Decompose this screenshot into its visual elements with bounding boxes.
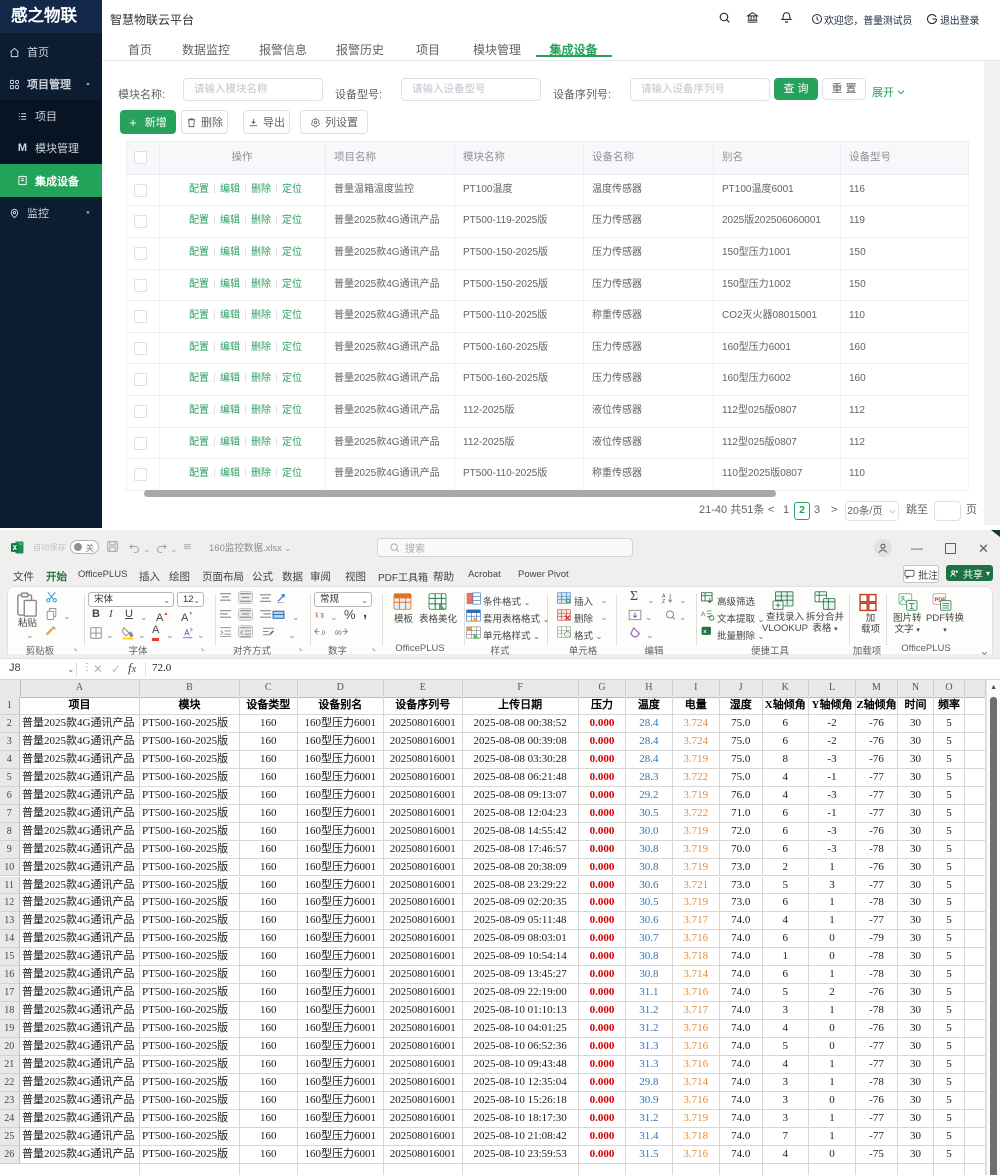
svg-text:A: A <box>701 611 706 618</box>
svg-text:.00: .00 <box>334 630 342 636</box>
svg-text:A: A <box>662 593 666 599</box>
svg-text:¥: ¥ <box>315 612 319 620</box>
svg-text:$: $ <box>321 614 325 620</box>
svg-text:.0: .0 <box>320 630 325 636</box>
svg-text:Z: Z <box>662 599 666 604</box>
